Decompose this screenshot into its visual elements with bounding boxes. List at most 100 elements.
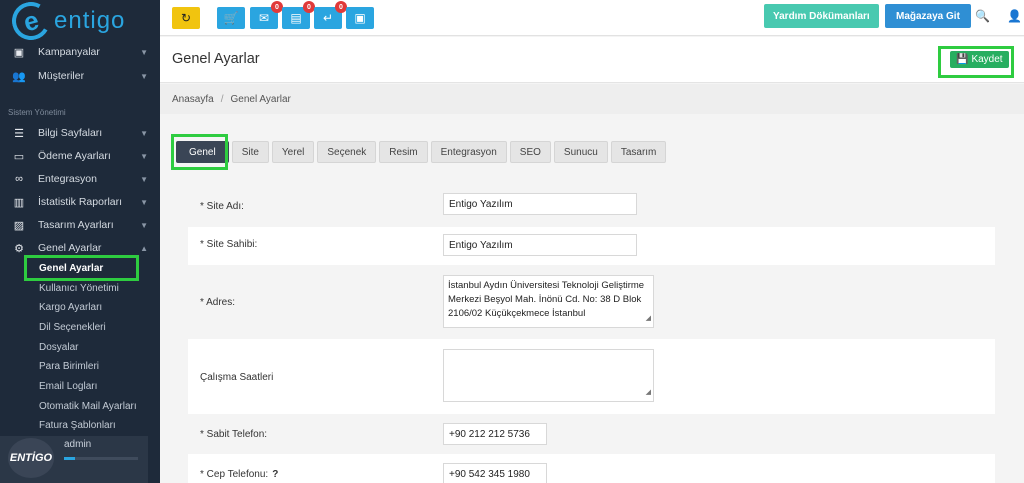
resize-handle-icon[interactable]: ◢ bbox=[646, 386, 651, 400]
topbar: ↻ 🛒 ✉ 0 ▤ 0 ↵ 0 ▣ Yardım Dökümanları Mağaza… bbox=[160, 0, 1024, 36]
toolbox-icon: ▣ bbox=[354, 11, 366, 25]
breadcrumb-separator: / bbox=[220, 93, 224, 105]
tab-sunucu[interactable]: Sunucu bbox=[553, 141, 608, 163]
card-icon: ▭ bbox=[13, 150, 25, 163]
tab-site[interactable]: Site bbox=[231, 141, 269, 163]
returns-button[interactable]: ↵ 0 bbox=[314, 1, 347, 29]
docs-button[interactable]: Yardım Dökümanları bbox=[764, 4, 879, 28]
sidebar: e entigo ▣ Kampanyalar ▼ 👥 Müşteriler ▼ … bbox=[0, 0, 160, 483]
highlight-box bbox=[171, 134, 228, 170]
highlight-box bbox=[24, 255, 139, 281]
breadcrumb: Anasayfa / Genel Ayarlar bbox=[160, 84, 1024, 114]
briefcase-icon: ▣ bbox=[13, 46, 25, 59]
sidebar-item-label: İstatistik Raporları bbox=[38, 196, 123, 208]
sidebar-item-tasarim-ayarlari[interactable]: ▨ Tasarım Ayarları ▼ bbox=[0, 215, 160, 235]
sidebar-item-label: Entegrasyon bbox=[38, 173, 97, 185]
sub-item-dil-secenekleri[interactable]: Dil Seçenekleri bbox=[39, 318, 106, 336]
mobile-phone-input[interactable]: +90 542 345 1980 bbox=[443, 463, 547, 483]
sidebar-item-label: Tasarım Ayarları bbox=[38, 219, 114, 231]
tab-resim[interactable]: Resim bbox=[379, 141, 428, 163]
brand-logo[interactable]: e entigo bbox=[0, 0, 160, 45]
cart-icon: 🛒 bbox=[223, 11, 239, 25]
address-textarea[interactable]: İstanbul Aydın Üniversitesi Teknoloji Ge… bbox=[443, 275, 654, 328]
sub-item-email-loglari[interactable]: Email Logları bbox=[39, 377, 97, 395]
tab-tasarim[interactable]: Tasarım bbox=[610, 141, 667, 163]
caret-down-icon: ▼ bbox=[140, 197, 148, 207]
link-icon: ∞ bbox=[15, 173, 23, 185]
sub-item-fatura-sablonlari[interactable]: Fatura Şablonları bbox=[39, 416, 116, 434]
image-icon: ▨ bbox=[13, 219, 25, 232]
user-icon[interactable]: 👤 bbox=[1007, 9, 1022, 23]
page-header: Genel Ayarlar 💾 Kaydet bbox=[160, 37, 1024, 83]
user-name: admin bbox=[64, 439, 92, 450]
caret-down-icon: ▼ bbox=[140, 151, 148, 161]
working-hours-textarea[interactable]: ◢ bbox=[443, 349, 654, 402]
mobile-phone-label-text: * Cep Telefonu: bbox=[200, 469, 269, 480]
chart-icon: ▥ bbox=[13, 196, 25, 209]
settings-tabs: Genel Site Yerel Seçenek Resim Entegrasy… bbox=[176, 141, 667, 163]
fixed-phone-label: * Sabit Telefon: bbox=[200, 429, 268, 440]
caret-down-icon: ▼ bbox=[140, 220, 148, 230]
caret-up-icon: ▲ bbox=[140, 243, 148, 253]
mail-icon: ✉ bbox=[258, 11, 270, 25]
caret-down-icon: ▼ bbox=[140, 47, 148, 57]
comment-icon: ▤ bbox=[290, 11, 302, 25]
sub-item-para-birimleri[interactable]: Para Birimleri bbox=[39, 357, 99, 375]
sidebar-item-odeme-ayarlari[interactable]: ▭ Ödeme Ayarları ▼ bbox=[0, 146, 160, 166]
site-owner-label: * Site Sahibi: bbox=[200, 239, 258, 250]
form-row-site-owner: * Site Sahibi: Entigo Yazılım bbox=[188, 227, 995, 265]
resize-handle-icon[interactable]: ◢ bbox=[646, 312, 651, 326]
breadcrumb-home[interactable]: Anasayfa bbox=[172, 94, 214, 105]
caret-down-icon: ▼ bbox=[140, 174, 148, 184]
logo-mark: e bbox=[7, 0, 55, 45]
address-value: İstanbul Aydın Üniversitesi Teknoloji Ge… bbox=[448, 280, 645, 319]
form-row-fixed-phone: * Sabit Telefon: +90 212 212 5736 bbox=[188, 414, 995, 454]
tab-seo[interactable]: SEO bbox=[509, 141, 551, 163]
mail-button[interactable]: ✉ 0 bbox=[250, 1, 283, 29]
avatar[interactable]: ENTİGO bbox=[8, 438, 54, 478]
users-icon: 👥 bbox=[12, 70, 26, 83]
sidebar-section-label: Sistem Yönetimi bbox=[8, 108, 66, 117]
address-label: * Adres: bbox=[200, 297, 236, 308]
help-icon[interactable]: ? bbox=[272, 469, 278, 480]
sidebar-item-label: Genel Ayarlar bbox=[38, 242, 102, 254]
form-row-working-hours: Çalışma Saatleri ◢ bbox=[188, 339, 995, 414]
comments-button[interactable]: ▤ 0 bbox=[282, 1, 315, 29]
sub-item-kullanici-yonetimi[interactable]: Kullanıcı Yönetimi bbox=[39, 279, 119, 297]
tab-yerel[interactable]: Yerel bbox=[271, 141, 315, 163]
sidebar-item-istatistik-raporlari[interactable]: ▥ İstatistik Raporları ▼ bbox=[0, 192, 160, 212]
site-owner-input[interactable]: Entigo Yazılım bbox=[443, 234, 637, 256]
gear-icon: ⚙ bbox=[14, 242, 24, 255]
logo-text: entigo bbox=[54, 7, 126, 34]
sub-item-kargo-ayarlari[interactable]: Kargo Ayarları bbox=[39, 298, 102, 316]
user-progress-fill bbox=[64, 457, 76, 460]
sidebar-item-bilgi-sayfalari[interactable]: ☰ Bilgi Sayfaları ▼ bbox=[0, 123, 160, 143]
sub-item-dosyalar[interactable]: Dosyalar bbox=[39, 338, 78, 356]
fixed-phone-input[interactable]: +90 212 212 5736 bbox=[443, 423, 547, 445]
list-icon: ☰ bbox=[14, 127, 24, 140]
search-icon[interactable]: 🔍 bbox=[975, 9, 990, 23]
user-progress-bar bbox=[64, 457, 138, 460]
caret-down-icon: ▼ bbox=[140, 71, 148, 81]
plugin-button[interactable]: ▣ bbox=[346, 7, 374, 29]
page-title: Genel Ayarlar bbox=[172, 51, 260, 67]
sidebar-item-kampanyalar[interactable]: ▣ Kampanyalar ▼ bbox=[0, 42, 160, 62]
sidebar-item-label: Ödeme Ayarları bbox=[38, 150, 111, 162]
mobile-phone-label: * Cep Telefonu:? bbox=[200, 469, 278, 480]
tab-secenek[interactable]: Seçenek bbox=[317, 141, 377, 163]
sidebar-item-musteriler[interactable]: 👥 Müşteriler ▼ bbox=[0, 66, 160, 86]
tab-entegrasyon[interactable]: Entegrasyon bbox=[430, 141, 507, 163]
breadcrumb-current: Genel Ayarlar bbox=[230, 93, 291, 105]
cart-button[interactable]: 🛒 bbox=[217, 7, 245, 29]
site-name-input[interactable]: Entigo Yazılım bbox=[443, 193, 637, 215]
refresh-button[interactable]: ↻ bbox=[172, 7, 200, 29]
form-row-site-name: * Site Adı: Entigo Yazılım bbox=[188, 185, 995, 227]
form-row-address: * Adres: İstanbul Aydın Üniversitesi Tek… bbox=[188, 265, 995, 339]
sub-item-otomatik-mail-ayarlari[interactable]: Otomatik Mail Ayarları bbox=[39, 397, 137, 415]
sidebar-item-entegrasyon[interactable]: ∞ Entegrasyon ▼ bbox=[0, 169, 160, 189]
working-hours-label: Çalışma Saatleri bbox=[200, 372, 274, 383]
highlight-box bbox=[938, 46, 1014, 78]
sidebar-item-label: Müşteriler bbox=[38, 70, 85, 82]
refresh-icon: ↻ bbox=[180, 11, 192, 25]
store-button[interactable]: Mağazaya Git bbox=[885, 4, 971, 28]
